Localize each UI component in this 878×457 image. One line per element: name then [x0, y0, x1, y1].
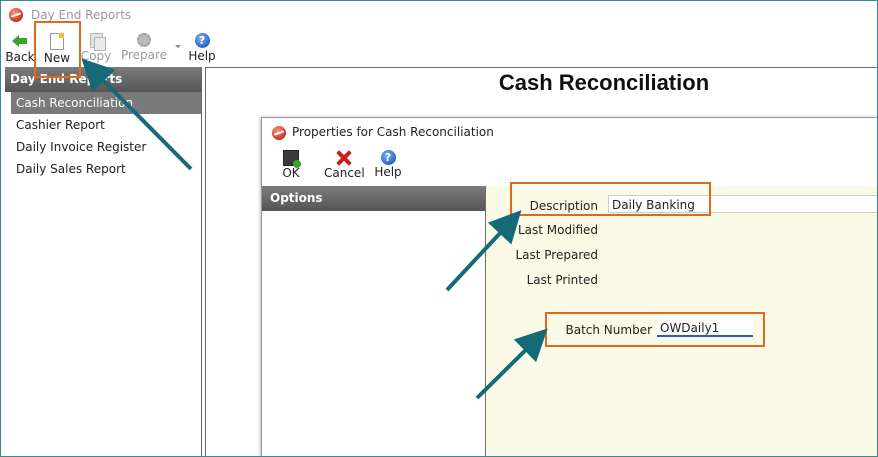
new-button[interactable]: New — [41, 33, 73, 67]
sidebar-header: Day End Reports — [5, 67, 201, 92]
back-button[interactable]: Back — [5, 33, 35, 67]
last-printed-label: Last Printed — [526, 273, 598, 287]
window-title: Day End Reports — [31, 8, 132, 22]
ok-save-icon — [283, 150, 301, 168]
sidebar-item-daily-invoice-register[interactable]: Daily Invoice Register — [5, 136, 201, 158]
back-label: Back — [5, 50, 35, 64]
description-field[interactable]: Daily Banking — [608, 195, 877, 213]
ok-button[interactable]: OK — [278, 150, 304, 180]
cancel-button[interactable]: Cancel — [324, 150, 365, 180]
dialog-help-button[interactable]: ? Help — [374, 150, 402, 179]
app-logo-icon — [9, 8, 23, 22]
dialog-help-icon: ? — [380, 150, 396, 165]
dialog-logo-icon — [272, 126, 286, 140]
copy-icon — [89, 33, 106, 51]
copy-label: Copy — [80, 49, 112, 63]
cancel-x-icon — [336, 150, 352, 166]
back-arrow-icon — [12, 33, 28, 49]
options-header: Options — [262, 186, 485, 211]
ok-label: OK — [282, 166, 300, 180]
last-modified-label: Last Modified — [517, 223, 598, 237]
help-icon: ? — [194, 33, 210, 48]
dialog-help-label: Help — [374, 165, 402, 179]
dialog-toolbar: OK Cancel ? Help — [262, 148, 877, 186]
sidebar-item-cashier-report[interactable]: Cashier Report — [5, 114, 201, 136]
options-panel: Options — [262, 186, 486, 456]
prepare-label: Prepare — [120, 48, 168, 62]
description-label: Description — [529, 199, 598, 213]
last-prepared-label: Last Prepared — [515, 248, 598, 262]
properties-form: Description Daily Banking Last Modified … — [486, 186, 877, 456]
title-bar: Day End Reports — [1, 1, 877, 31]
batch-number-field[interactable]: OWDaily1 — [657, 319, 753, 337]
cancel-label: Cancel — [324, 166, 365, 180]
prepare-gear-icon — [137, 33, 151, 47]
app-window: Day End Reports Back New Copy Prepare ? … — [0, 0, 878, 457]
sidebar-item-cash-reconciliation[interactable]: Cash Reconciliation — [11, 92, 201, 114]
new-label: New — [43, 51, 71, 65]
prepare-button[interactable]: Prepare — [119, 33, 169, 67]
help-button[interactable]: ? Help — [187, 33, 217, 67]
prepare-dropdown-icon[interactable] — [175, 45, 181, 48]
main-toolbar: Back New Copy Prepare ? Help — [1, 31, 877, 67]
sidebar: Day End Reports Cash Reconciliation Cash… — [5, 67, 202, 456]
properties-dialog: Properties for Cash Reconciliation OK Ca… — [261, 117, 877, 456]
new-document-icon — [50, 33, 64, 50]
help-label: Help — [188, 49, 216, 63]
page-title: Cash Reconciliation — [498, 70, 710, 95]
sidebar-item-daily-sales-report[interactable]: Daily Sales Report — [5, 158, 201, 180]
dialog-title-bar: Properties for Cash Reconciliation — [272, 125, 494, 140]
copy-button[interactable]: Copy — [79, 33, 113, 67]
batch-number-label: Batch Number — [565, 323, 652, 337]
dialog-title: Properties for Cash Reconciliation — [292, 125, 494, 139]
